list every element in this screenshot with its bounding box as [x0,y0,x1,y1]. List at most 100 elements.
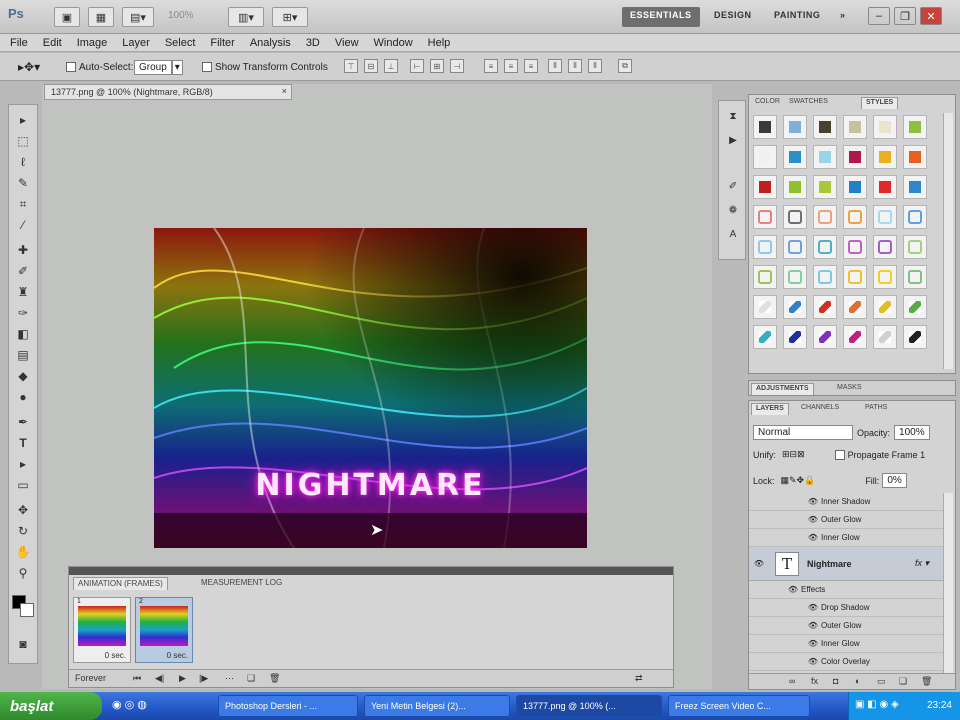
crop-tool-icon[interactable]: ⌗ [13,195,33,213]
history-brush-tool-icon[interactable]: ✑ [13,304,33,322]
brushes-icon[interactable]: ✐ [725,179,741,193]
tray-icons[interactable]: ▣ ◧ ◉ ◈ [855,699,899,710]
auto-select-dropdown[interactable]: Group ▾ [134,59,183,75]
auto-align-icon[interactable]: ⧉ [618,59,632,73]
tab-styles[interactable]: STYLES [861,97,899,109]
delete-frame-icon[interactable]: 🗑 [269,673,280,684]
distribute-hcenter-icon[interactable]: ⦀ [568,59,582,73]
style-swatch[interactable] [813,235,837,259]
tab-channels[interactable]: CHANNELS [797,403,843,415]
eraser-tool-icon[interactable]: ◧ [13,325,33,343]
unify-icons[interactable]: ⊞⊟⊠ [782,449,805,460]
eye-icon[interactable]: 👁 [805,639,821,648]
animation-frame[interactable]: 1 0 sec. [73,597,131,663]
align-top-icon[interactable]: ⊤ [344,59,358,73]
lock-icons[interactable]: ▦✎✥🔒 [781,475,816,486]
dodge-tool-icon[interactable]: ● [13,388,33,406]
quick-mask-icon[interactable]: ◙ [13,635,33,653]
menu-view[interactable]: View [335,37,359,49]
effect-row[interactable]: 👁 Outer Glow [749,511,945,529]
menu-select[interactable]: Select [165,37,196,49]
workspace-more-icon[interactable]: » [832,7,854,27]
eye-icon[interactable]: 👁 [751,559,767,568]
style-swatch[interactable] [903,295,927,319]
style-swatch[interactable] [873,115,897,139]
style-swatch[interactable] [843,115,867,139]
tab-masks[interactable]: MASKS [833,383,866,395]
brush-tool-icon[interactable]: ✐ [13,262,33,280]
tab-measurement-log[interactable]: MEASUREMENT LOG [197,577,286,590]
style-swatch[interactable] [903,325,927,349]
loop-select[interactable]: Forever [75,673,106,683]
style-swatch[interactable] [903,115,927,139]
eye-icon[interactable]: 👁 [805,515,821,524]
distribute-vcenter-icon[interactable]: ≡ [504,59,518,73]
style-swatch[interactable] [813,265,837,289]
frame-delay[interactable]: 0 sec. [105,651,126,660]
workspace-essentials[interactable]: ESSENTIALS [622,7,700,27]
style-swatch[interactable] [783,325,807,349]
taskbar-item[interactable]: Yeni Metin Belgesi (2)... [364,695,510,717]
style-swatch[interactable] [843,145,867,169]
distribute-left-icon[interactable]: ⦀ [548,59,562,73]
quick-select-tool-icon[interactable]: ✎ [13,174,33,192]
previous-frame-icon[interactable]: ◀| [155,673,164,684]
style-swatch[interactable] [783,115,807,139]
chevron-down-icon[interactable]: ▾ [171,59,183,75]
style-swatch[interactable] [783,265,807,289]
duplicate-frame-icon[interactable]: ❏ [247,673,255,684]
menu-analysis[interactable]: Analysis [250,37,291,49]
style-swatch[interactable] [813,205,837,229]
style-swatch[interactable] [843,325,867,349]
close-icon[interactable]: ✕ [920,7,942,25]
menu-image[interactable]: Image [77,37,108,49]
history-icon[interactable]: ⧗ [725,109,741,123]
style-swatch[interactable] [873,205,897,229]
auto-select-option[interactable]: Auto-Select: [66,59,133,75]
distribute-right-icon[interactable]: ⦀ [588,59,602,73]
menu-3d[interactable]: 3D [306,37,320,49]
style-swatch[interactable] [903,145,927,169]
styles-scrollbar[interactable] [943,113,953,369]
tab-swatches[interactable]: SWATCHES [785,97,832,109]
style-swatch[interactable] [903,265,927,289]
style-swatch[interactable] [813,295,837,319]
spot-healing-tool-icon[interactable]: ✚ [13,241,33,259]
menu-help[interactable]: Help [428,37,451,49]
style-swatch[interactable] [873,175,897,199]
style-swatch[interactable] [783,235,807,259]
align-right-icon[interactable]: ⊣ [450,59,464,73]
tab-color[interactable]: COLOR [751,97,784,109]
eye-icon[interactable]: 👁 [785,585,801,594]
pen-tool-icon[interactable]: ✒ [13,413,33,431]
clone-source-icon[interactable]: ❁ [725,203,741,217]
taskbar-item[interactable]: Photoshop Dersleri - ... [218,695,358,717]
add-style-icon[interactable]: fx [811,676,818,686]
minimize-icon[interactable]: – [868,7,890,25]
align-hcenter-icon[interactable]: ⊞ [430,59,444,73]
style-swatch[interactable] [783,205,807,229]
new-group-icon[interactable]: ▭ [877,676,886,687]
style-swatch[interactable] [903,175,927,199]
tab-layers[interactable]: LAYERS [751,403,789,415]
timeline-toggle-icon[interactable]: ⇄ [635,673,643,684]
show-transform-option[interactable]: Show Transform Controls [202,59,328,75]
add-mask-icon[interactable]: ◘ [833,676,838,686]
style-swatch[interactable] [843,205,867,229]
auto-select-checkbox[interactable] [66,62,76,72]
tab-adjustments[interactable]: ADJUSTMENTS [751,383,814,395]
align-vcenter-icon[interactable]: ⊟ [364,59,378,73]
workspace-design[interactable]: DESIGN [706,7,760,27]
style-swatch[interactable] [783,145,807,169]
taskbar-item[interactable]: Freez Screen Video C... [668,695,810,717]
effect-row[interactable]: 👁 Inner Shadow [749,493,945,511]
style-swatch[interactable] [873,145,897,169]
style-swatch[interactable] [843,295,867,319]
lasso-tool-icon[interactable]: ℓ [13,153,33,171]
play-icon[interactable]: ▶ [179,673,186,684]
eye-icon[interactable]: 👁 [805,603,821,612]
style-swatch[interactable] [753,145,777,169]
style-swatch[interactable] [753,205,777,229]
style-swatch[interactable] [843,265,867,289]
menu-layer[interactable]: Layer [122,37,150,49]
